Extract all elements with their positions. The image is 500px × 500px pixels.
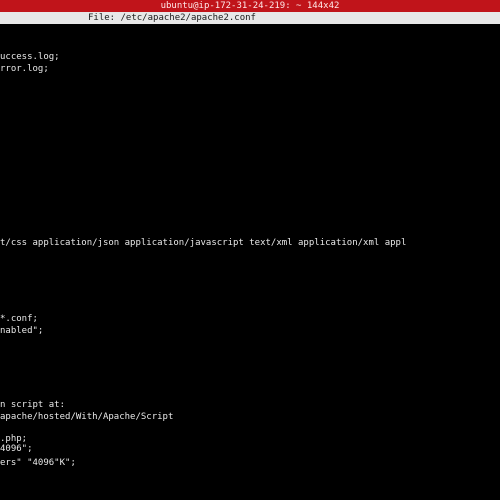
- window-title: ubuntu@ip-172-31-24-219: ~ 144x42: [160, 1, 340, 11]
- terminal-window: ubuntu@ip-172-31-24-219: ~ 144x42 File: …: [0, 0, 500, 500]
- window-title-bar[interactable]: ubuntu@ip-172-31-24-219: ~ 144x42: [0, 0, 500, 12]
- editor-line[interactable]: ers" "4096"K";: [0, 458, 76, 469]
- editor-line[interactable]: uccess.log;: [0, 52, 60, 63]
- editor-line[interactable]: nabled";: [0, 326, 43, 337]
- editor-line[interactable]: t/css application/json application/javas…: [0, 238, 406, 249]
- nano-header-bar: File: /etc/apache2/apache2.conf: [0, 12, 500, 24]
- editor-line[interactable]: 4096";: [0, 444, 33, 455]
- editor-line[interactable]: rror.log;: [0, 64, 49, 75]
- editor-line[interactable]: n script at:: [0, 400, 65, 411]
- editor-line[interactable]: apache/hosted/With/Apache/Script: [0, 412, 173, 423]
- file-label: File: /etc/apache2/apache2.conf: [88, 13, 256, 23]
- editor-line[interactable]: *.conf;: [0, 314, 38, 325]
- editor-area[interactable]: uccess.log; rror.log; t/css application/…: [0, 24, 500, 500]
